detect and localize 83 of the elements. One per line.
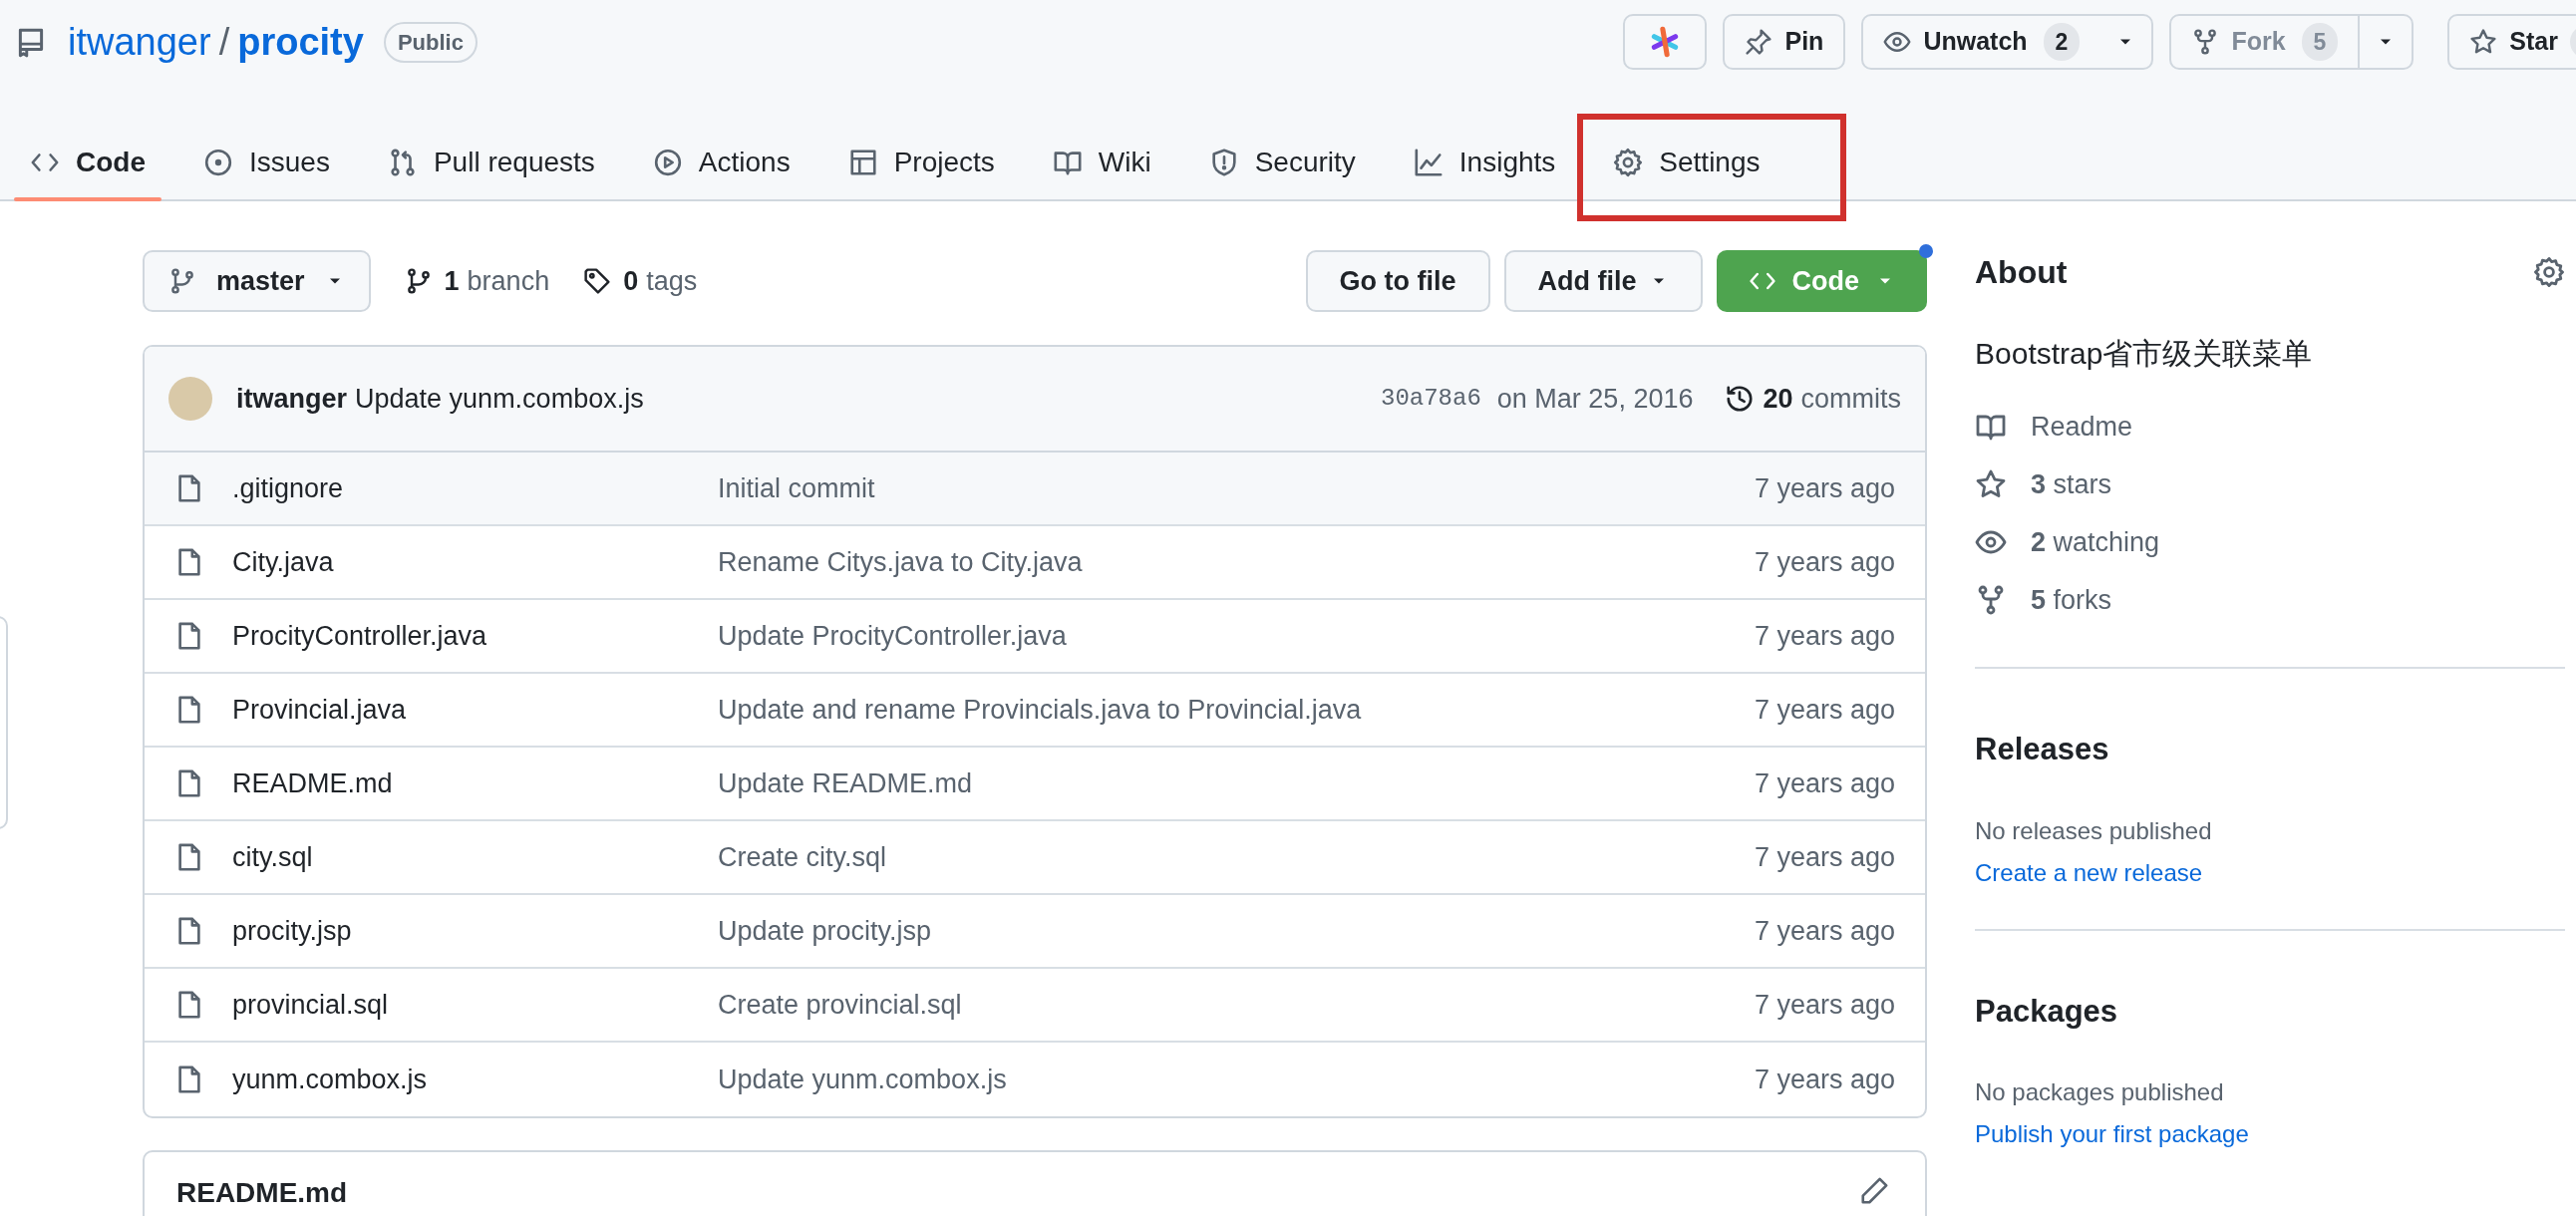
pencil-icon [1859,1176,1889,1206]
file-name-link[interactable]: city.sql [232,841,313,872]
nav-tab[interactable]: Code [14,128,161,197]
star-icon [1975,468,2007,500]
section-note: No packages published [1975,1077,2225,1107]
file-name-link[interactable]: City.java [232,546,334,577]
counter-badge: 2 [2043,22,2081,62]
nav-tab[interactable]: Insights [1397,128,1572,197]
commit-age: 7 years ago [1754,545,1895,579]
counter-badge: 5 [2301,22,2339,62]
commit-age: 7 years ago [1754,693,1895,727]
file-name-link[interactable]: README.md [232,767,393,798]
branches-link[interactable]: 1 branch [404,260,550,302]
star-icon [2469,28,2498,56]
settings-icon [1613,148,1644,177]
commit-message-link[interactable]: Initial commit [718,472,875,503]
file-name-link[interactable]: yunm.combox.js [232,1064,428,1094]
section-note: No releases published [1975,815,2213,846]
visibility-label: Public [383,21,478,63]
file-name-link[interactable]: provincial.sql [232,989,389,1020]
commit-message-link[interactable]: Update yunm.combox.js [718,1064,1007,1094]
avatar [168,377,212,421]
commit-message-link[interactable]: Update yunm.combox.js [355,378,644,420]
sidebar-link[interactable]: Readme [2031,406,2133,448]
star-button[interactable]: Star [2447,14,2576,70]
commit-age: 7 years ago [1754,914,1895,948]
nav-tab[interactable]: Actions [636,128,806,197]
commit-message-link[interactable]: Create city.sql [718,841,887,872]
commit-age: 7 years ago [1754,766,1895,800]
repo-description: Bootstrap省市级关联菜单 [1975,336,2314,372]
commit-message-link[interactable]: Update and rename Provincials.java to Provincial.java [718,694,1362,725]
settings-icon [2533,256,2565,288]
history-icon [1725,384,1756,414]
tag-icon [583,267,612,295]
commit-message-link[interactable]: Update procity.jsp [718,915,932,946]
readme-title: README.md [176,1176,348,1210]
sidebar-link[interactable]: 3 stars [2031,463,2112,505]
section-link[interactable]: Publish your first package [1975,1116,2249,1152]
nav-tab[interactable]: Settings [1597,128,1776,197]
sidebar-link[interactable]: 5 forks [2031,579,2112,621]
issue-icon [203,148,233,177]
tags-link[interactable]: 0 tags [583,260,698,302]
about-heading: About [1975,253,2068,292]
section-link[interactable]: Create a new release [1975,854,2203,891]
branch-select[interactable]: master [143,250,371,312]
section-heading: Releases [1975,731,2110,768]
sidebar-link[interactable]: 2 watching [2031,521,2160,563]
nav-tab[interactable]: Wiki [1036,128,1167,197]
branch-icon [168,267,196,295]
file-name-link[interactable]: ProcityController.java [232,620,487,651]
commit-message-link[interactable]: Rename Citys.java to City.java [718,546,1083,577]
settings-button[interactable] [2533,256,2565,288]
app-button[interactable] [1623,14,1708,70]
add-file-button[interactable]: Add file [1503,250,1703,312]
commit-age: 7 years ago [1754,1063,1895,1096]
section-heading: Packages [1975,992,2119,1031]
play-icon [652,148,683,177]
commit-sha-link[interactable]: 30a78a6 [1381,381,1481,417]
table-icon [847,148,878,177]
file-name-link[interactable]: procity.jsp [232,915,352,946]
commit-age: 7 years ago [1754,840,1895,874]
pin-icon [1745,28,1773,56]
author-link[interactable]: itwanger [236,378,348,420]
commit-message-link[interactable]: Update README.md [718,767,973,798]
graph-icon [1413,148,1444,177]
commit-age: 7 years ago [1754,471,1895,505]
nav-tab[interactable]: Projects [831,128,1011,197]
pin-button[interactable]: Pin [1723,14,1846,70]
repo-name-link[interactable]: procity [237,13,364,71]
path-separator: / [218,19,230,65]
commit-date: on Mar 25, 2016 [1496,382,1694,416]
nav-tab[interactable]: Security [1192,128,1372,197]
nav-tab[interactable]: Issues [187,128,346,197]
commit-age: 7 years ago [1754,988,1895,1022]
commit-message-link[interactable]: Update ProcityController.java [718,620,1067,651]
go-to-file-button[interactable]: Go to file [1305,250,1490,312]
nav-tab[interactable]: Pull requests [371,128,611,197]
owner-link[interactable]: itwanger [68,13,211,71]
file-name-link[interactable]: .gitignore [232,472,344,503]
commit-message-link[interactable]: Create provincial.sql [718,989,962,1020]
file-name-link[interactable]: Provincial.java [232,694,407,725]
commits-link[interactable]: 20 commits [1725,378,1901,420]
commit-age: 7 years ago [1754,619,1895,653]
